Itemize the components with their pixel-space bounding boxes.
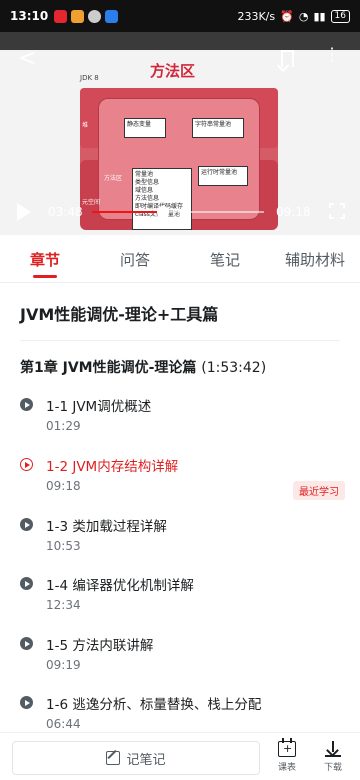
take-note-label: 记笔记 bbox=[126, 752, 166, 768]
status-time: 13:10 bbox=[10, 9, 49, 23]
slide-label: 元空间 bbox=[82, 199, 101, 206]
slide-box: 运行时常量池 bbox=[198, 166, 248, 186]
play-circle-icon bbox=[20, 637, 33, 650]
bottom-action-bar: 记笔记 课表 下载 bbox=[0, 732, 360, 780]
calendar-add-icon bbox=[278, 738, 296, 757]
battery-icon: 16 bbox=[330, 9, 350, 23]
lesson-duration: 12:34 bbox=[46, 598, 81, 612]
lesson-duration: 09:18 bbox=[46, 479, 81, 493]
play-circle-icon bbox=[20, 458, 33, 471]
lesson-item[interactable]: 1-4 编译器优化机制详解 12:34 bbox=[0, 572, 360, 616]
slide-list-box: 常量池 类型信息 域信息 方法信息 即时编译代码缓存 class文件常量池 bbox=[132, 168, 192, 230]
app-notification-icon bbox=[88, 9, 102, 23]
progress-fill bbox=[92, 211, 163, 213]
lesson-duration: 01:29 bbox=[46, 419, 81, 433]
app-notification-icon bbox=[71, 9, 85, 23]
download-button[interactable]: 下载 bbox=[315, 741, 351, 773]
lesson-title: 1-1 JVM调优概述 bbox=[46, 399, 152, 415]
video-player[interactable]: 方法区 JDK 8 堆 静态变量 字符串常量池 常量池 类型信息 域信息 方法信… bbox=[0, 32, 360, 235]
app-notification-icon bbox=[54, 9, 68, 23]
network-speed: 233K/s bbox=[237, 9, 276, 23]
chapter-name: 第1章 JVM性能调优-理论篇 bbox=[20, 360, 197, 376]
play-icon[interactable] bbox=[17, 203, 31, 221]
alarm-icon: ⏰ bbox=[280, 9, 294, 23]
lesson-title: 1-5 方法内联讲解 bbox=[46, 638, 154, 654]
progress-bar[interactable] bbox=[92, 206, 264, 218]
progress-handle[interactable] bbox=[156, 206, 169, 218]
bookmark-icon[interactable] bbox=[281, 50, 294, 67]
download-icon bbox=[324, 741, 342, 757]
lesson-title: 1-2 JVM内存结构详解 bbox=[46, 459, 179, 475]
slide-box: 字符串常量池 bbox=[192, 118, 244, 138]
divider bbox=[20, 340, 340, 341]
slide-list-item: 类型信息 bbox=[135, 179, 160, 186]
play-circle-icon bbox=[20, 398, 33, 411]
slide-list-title: 常量池 bbox=[135, 171, 154, 178]
lesson-item[interactable]: 1-1 JVM调优概述 01:29 bbox=[0, 393, 360, 437]
lesson-title: 1-4 编译器优化机制详解 bbox=[46, 578, 194, 594]
chapter-duration: (1:53:42) bbox=[201, 360, 267, 376]
current-time: 03:48 bbox=[48, 205, 83, 219]
download-label: 下载 bbox=[323, 763, 342, 773]
status-bar: 13:10 233K/s ⏰ ◔ ▮▮ 16 bbox=[0, 0, 360, 32]
signal-icon: ▮▮ bbox=[313, 9, 326, 23]
tab-notes[interactable]: 笔记 bbox=[180, 235, 270, 282]
tab-chapters[interactable]: 章节 bbox=[0, 235, 90, 282]
play-circle-icon bbox=[20, 577, 33, 590]
play-circle-icon bbox=[20, 518, 33, 531]
schedule-button[interactable]: 课表 bbox=[269, 738, 305, 773]
slide-box: 静态变量 bbox=[124, 118, 166, 138]
slide-list-item: 方法信息 bbox=[135, 195, 160, 202]
more-icon[interactable]: · · · bbox=[328, 41, 336, 69]
slide-label: 方法区 bbox=[104, 175, 123, 182]
lesson-item[interactable]: 1-5 方法内联讲解 09:19 bbox=[0, 632, 360, 676]
play-circle-icon bbox=[20, 696, 33, 709]
lesson-item[interactable]: 1-3 类加载过程详解 10:53 bbox=[0, 513, 360, 557]
lesson-title: 1-6 逃逸分析、标量替换、栈上分配 bbox=[46, 697, 262, 713]
lesson-item[interactable]: 1-6 逃逸分析、标量替换、栈上分配 06:44 bbox=[0, 691, 360, 735]
tab-bar: 章节 问答 笔记 辅助材料 bbox=[0, 235, 360, 283]
back-icon[interactable]: < bbox=[18, 46, 36, 71]
tab-qa[interactable]: 问答 bbox=[90, 235, 180, 282]
slide-title: 方法区 bbox=[150, 62, 196, 80]
tab-materials[interactable]: 辅助材料 bbox=[270, 235, 360, 282]
total-duration: 09:18 bbox=[276, 205, 311, 219]
wifi-icon: ◔ bbox=[298, 9, 309, 23]
slide-jdk-label: JDK 8 bbox=[80, 74, 99, 82]
lesson-title: 1-3 类加载过程详解 bbox=[46, 519, 167, 535]
recent-study-badge: 最近学习 bbox=[293, 481, 345, 500]
slide-heap-label: 堆 bbox=[82, 122, 89, 129]
take-note-button[interactable]: 记笔记 bbox=[12, 741, 260, 775]
lesson-item-current[interactable]: 1-2 JVM内存结构详解 09:18 最近学习 bbox=[0, 453, 360, 500]
course-title: JVM性能调优-理论+工具篇 bbox=[20, 305, 219, 324]
slide-list-item: 域信息 bbox=[135, 187, 154, 194]
schedule-label: 课表 bbox=[277, 763, 296, 773]
edit-icon bbox=[106, 751, 121, 765]
lesson-duration: 06:44 bbox=[46, 717, 81, 731]
chapter-title: 第1章 JVM性能调优-理论篇 (1:53:42) bbox=[20, 357, 266, 377]
lesson-duration: 09:19 bbox=[46, 658, 81, 672]
fullscreen-icon[interactable] bbox=[329, 203, 345, 219]
app-notification-icon bbox=[105, 9, 119, 23]
lesson-duration: 10:53 bbox=[46, 539, 81, 553]
